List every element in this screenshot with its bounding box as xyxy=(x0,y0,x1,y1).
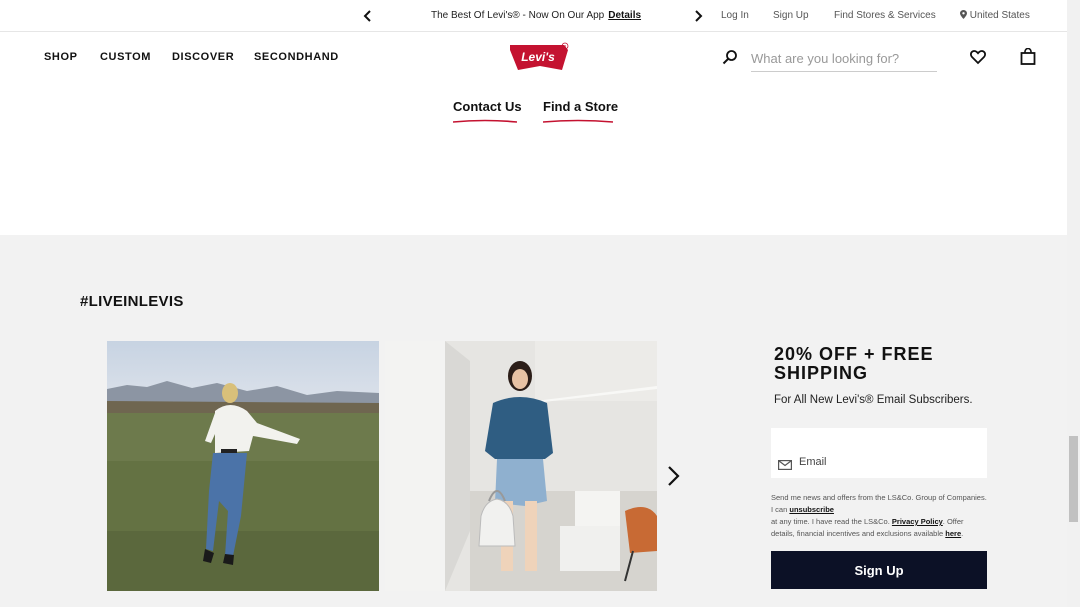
nav-secondhand[interactable]: SECONDHAND xyxy=(254,51,339,63)
social-photo-studio[interactable] xyxy=(385,341,657,591)
newsletter-subtitle: For All New Levi's® Email Subscribers. xyxy=(774,394,973,406)
nav-custom[interactable]: CUSTOM xyxy=(100,51,151,63)
search-input[interactable] xyxy=(751,46,937,72)
chevron-right-icon[interactable] xyxy=(690,8,706,24)
find-stores-link[interactable]: Find Stores & Services xyxy=(834,10,936,21)
contact-us-label: Contact Us xyxy=(453,99,522,114)
search-icon[interactable] xyxy=(722,49,738,65)
red-underline xyxy=(543,119,613,123)
shopping-bag-icon[interactable] xyxy=(1020,47,1036,65)
region-label: United States xyxy=(969,10,1030,21)
nav-shop[interactable]: SHOP xyxy=(44,51,78,63)
social-photo-field[interactable] xyxy=(107,341,379,591)
signup-link[interactable]: Sign Up xyxy=(773,10,809,21)
top-bar: The Best Of Levi's® - Now On Our App Deta… xyxy=(0,0,1067,32)
privacy-policy-link[interactable]: Privacy Policy xyxy=(892,517,943,526)
mail-icon xyxy=(778,457,793,471)
red-underline xyxy=(453,119,517,123)
levis-logo[interactable]: Levi's R xyxy=(508,42,572,72)
region-selector[interactable]: United States xyxy=(960,10,1030,21)
scrollbar-thumb[interactable] xyxy=(1069,436,1078,522)
main-nav: SHOP CUSTOM DISCOVER SECONDHAND Levi's R xyxy=(0,32,1067,82)
contact-us-link[interactable]: Contact Us xyxy=(453,99,522,123)
unsubscribe-link[interactable]: unsubscribe xyxy=(789,505,834,514)
find-a-store-link[interactable]: Find a Store xyxy=(543,99,619,123)
legal-text-2: at any time. I have read the LS&Co. xyxy=(771,517,890,526)
chevron-left-icon[interactable] xyxy=(360,8,376,24)
liveinlevis-section: #LIVEINLEVIS 20% OFF + FREE SHIPPING For… xyxy=(0,235,1067,607)
carousel-next-icon[interactable] xyxy=(664,465,684,487)
promo-details-link[interactable]: Details xyxy=(608,10,641,21)
legal-text-4: . xyxy=(961,529,964,538)
logo-wordmark: Levi's xyxy=(521,50,555,64)
location-pin-icon xyxy=(960,10,967,19)
legal-disclaimer: Send me news and offers from the LS&Co. … xyxy=(771,492,987,540)
page-scrollbar[interactable] xyxy=(1067,0,1080,607)
email-field[interactable] xyxy=(799,452,979,472)
find-a-store-label: Find a Store xyxy=(543,99,619,114)
section-heading: #LIVEINLEVIS xyxy=(80,293,184,310)
email-field-container xyxy=(771,428,987,478)
newsletter-title: 20% OFF + FREE SHIPPING xyxy=(774,344,934,383)
heart-icon[interactable] xyxy=(970,49,986,65)
svg-text:R: R xyxy=(564,44,567,49)
nav-discover[interactable]: DISCOVER xyxy=(172,51,234,63)
promo-message: The Best Of Levi's® - Now On Our App Deta… xyxy=(431,10,641,21)
signup-button[interactable]: Sign Up xyxy=(771,551,987,589)
promo-text: The Best Of Levi's® - Now On Our App xyxy=(431,10,605,21)
offer-details-link[interactable]: here xyxy=(945,529,961,538)
login-link[interactable]: Log In xyxy=(721,10,749,21)
